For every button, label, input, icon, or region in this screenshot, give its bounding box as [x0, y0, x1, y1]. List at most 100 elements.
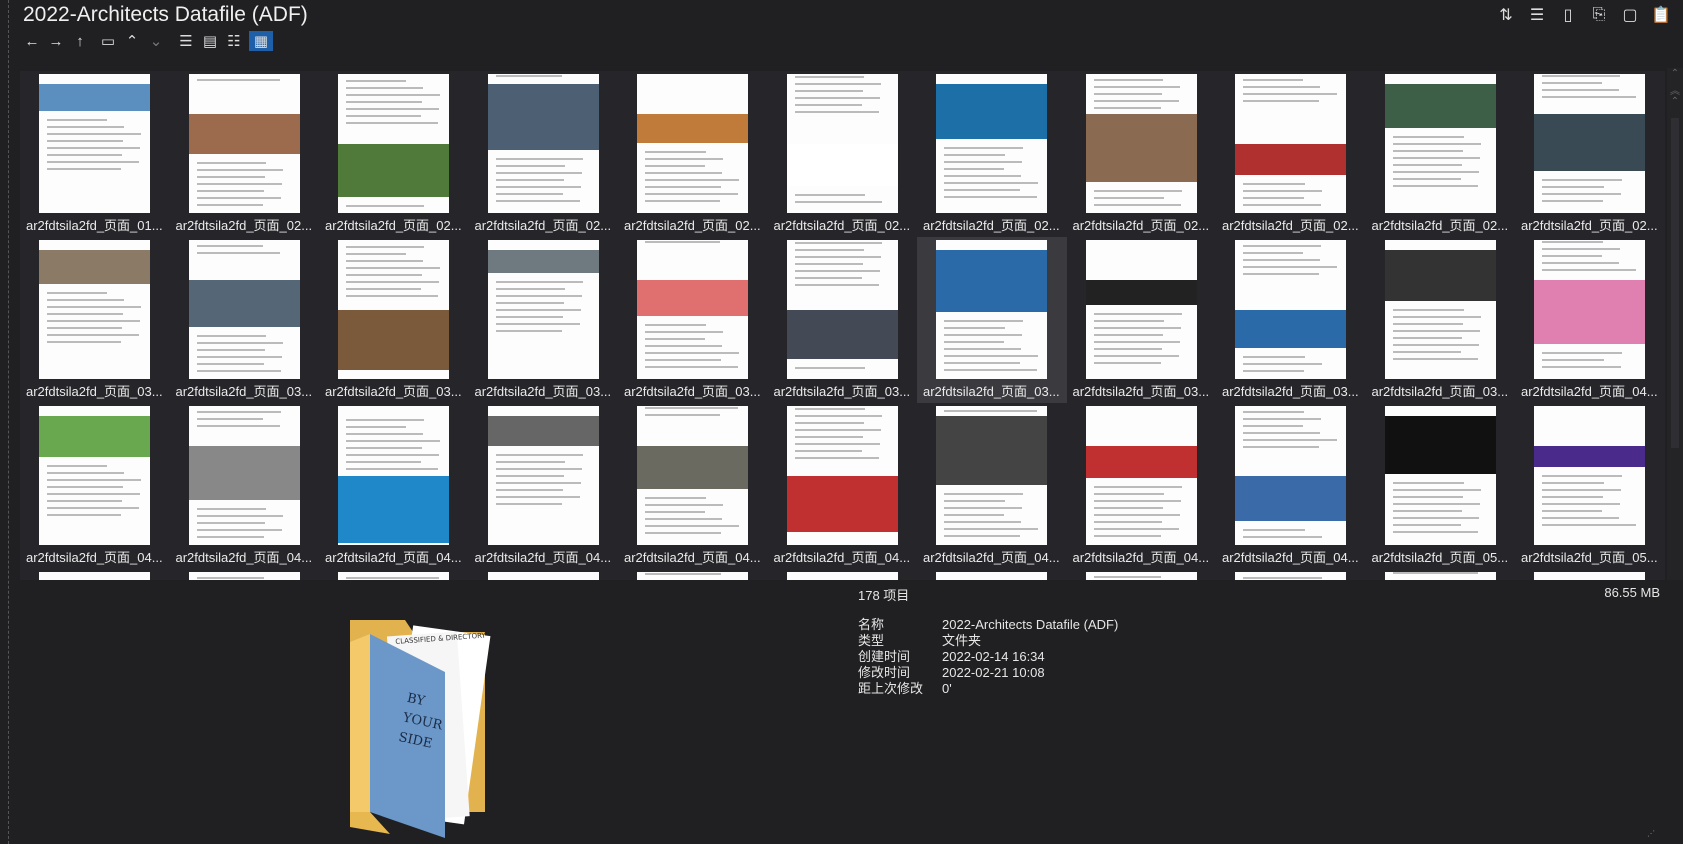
page-thumbnail [1085, 572, 1197, 580]
file-tile[interactable] [20, 569, 170, 580]
window-title: 2022-Architects Datafile (ADF) [23, 3, 308, 26]
sort-icon[interactable]: ⇅ [1496, 4, 1516, 26]
page-thumbnail [487, 406, 599, 545]
file-name: ar2fdtsila2fd_页面_02... [1222, 218, 1359, 233]
page-thumbnail [338, 406, 449, 545]
file-tile[interactable]: ar2fdtsila2fd_页面_02... [618, 71, 768, 237]
page-thumbnail [1085, 406, 1197, 545]
page-thumbnail [1384, 74, 1496, 213]
file-manager-window: 2022-Architects Datafile (ADF) ← → ↑ ▭ ⌃… [0, 0, 1683, 844]
file-tile[interactable]: ar2fdtsila2fd_页面_02... [917, 71, 1067, 237]
page-thumbnail [637, 406, 748, 545]
file-tile[interactable]: ar2fdtsila2fd_页面_02... [1216, 71, 1366, 237]
file-tile[interactable] [319, 569, 469, 580]
page-thumbnail [1534, 74, 1645, 213]
scroll-up-icon[interactable]: ⌃ [1667, 96, 1683, 110]
file-tile[interactable] [468, 569, 618, 580]
file-tile[interactable]: ar2fdtsila2fd_页面_04... [1216, 403, 1366, 569]
new-file-icon[interactable]: ▯ [1558, 4, 1578, 26]
file-tile[interactable]: ar2fdtsila2fd_页面_04... [468, 403, 618, 569]
file-tile[interactable]: ar2fdtsila2fd_页面_02... [1515, 71, 1665, 237]
right-toolbar: ⇅ ☰ ▯ ⎘ ▢ 📋 [1496, 4, 1671, 26]
file-name: ar2fdtsila2fd_页面_03... [1072, 384, 1210, 399]
file-tile[interactable]: ar2fdtsila2fd_页面_02... [319, 71, 469, 237]
file-name: ar2fdtsila2fd_页面_02... [474, 218, 612, 233]
file-tile[interactable]: ar2fdtsila2fd_页面_03... [468, 237, 618, 403]
file-tile[interactable]: ar2fdtsila2fd_页面_03... [20, 237, 170, 403]
file-tile[interactable]: ar2fdtsila2fd_页面_03... [767, 237, 917, 403]
file-tile[interactable]: ar2fdtsila2fd_页面_03... [1066, 237, 1216, 403]
file-tile[interactable]: ar2fdtsila2fd_页面_03... [169, 237, 319, 403]
file-tile[interactable]: ar2fdtsila2fd_页面_02... [169, 71, 319, 237]
page-thumbnail [1085, 74, 1197, 213]
file-tile[interactable]: ar2fdtsila2fd_页面_04... [767, 403, 917, 569]
scroll-page-up-icon[interactable]: ︽ [1667, 82, 1683, 97]
clipboard-icon[interactable]: 📋 [1651, 4, 1671, 26]
file-tile[interactable]: ar2fdtsila2fd_页面_04... [917, 403, 1067, 569]
page-thumbnail [786, 74, 898, 213]
page-thumbnail [637, 572, 748, 580]
scroll-top-icon[interactable]: ⌃ [1667, 68, 1683, 82]
file-tile[interactable]: ar2fdtsila2fd_页面_05... [1515, 403, 1665, 569]
file-name: ar2fdtsila2fd_页面_03... [26, 384, 163, 399]
file-tile[interactable]: ar2fdtsila2fd_页面_02... [1365, 71, 1515, 237]
file-name: ar2fdtsila2fd_页面_03... [474, 384, 612, 399]
file-tile[interactable]: ar2fdtsila2fd_页面_04... [618, 403, 768, 569]
file-name: ar2fdtsila2fd_页面_02... [1521, 218, 1658, 233]
page-thumbnail [188, 572, 300, 580]
file-name: ar2fdtsila2fd_页面_05... [1371, 550, 1509, 565]
file-tile[interactable]: ar2fdtsila2fd_页面_03... [1216, 237, 1366, 403]
file-tile[interactable] [917, 569, 1067, 580]
file-name: ar2fdtsila2fd_页面_02... [773, 218, 911, 233]
file-tile[interactable]: ar2fdtsila2fd_页面_04... [1066, 403, 1216, 569]
new-item-icon[interactable]: ⎘ [1589, 4, 1609, 26]
file-name: ar2fdtsila2fd_页面_03... [923, 384, 1060, 399]
grid-row: ar2fdtsila2fd_页面_04... ar2fdtsila2fd_页面_0… [20, 403, 1665, 569]
resize-grip[interactable]: ⋰ [1647, 829, 1655, 838]
thumbnail-grid: ar2fdtsila2fd_页面_00...ar2fdtsila2fd_页面_0… [20, 40, 1665, 580]
file-name: ar2fdtsila2fd_页面_04... [175, 550, 313, 565]
file-tile[interactable] [1515, 569, 1665, 580]
detail-key: 距上次修改 [858, 681, 924, 696]
file-tile[interactable]: ar2fdtsila2fd_页面_03... [1365, 237, 1515, 403]
page-thumbnail [188, 406, 300, 545]
page-thumbnail [1235, 406, 1346, 545]
page-thumbnail [1534, 240, 1645, 379]
page-thumbnail [39, 74, 150, 213]
file-tile[interactable]: ar2fdtsila2fd_页面_02... [1066, 71, 1216, 237]
page-thumbnail [1384, 572, 1496, 580]
file-tile[interactable] [1365, 569, 1515, 580]
file-name: ar2fdtsila2fd_页面_04... [325, 550, 462, 565]
file-tile[interactable]: ar2fdtsila2fd_页面_02... [468, 71, 618, 237]
detail-value: 2022-02-21 10:08 [942, 665, 1045, 680]
detail-value: 0' [942, 681, 952, 696]
scrollbar[interactable]: ⌃ ︽ ⌃ [1667, 68, 1683, 580]
file-tile[interactable]: ar2fdtsila2fd_页面_04... [20, 403, 170, 569]
file-name: ar2fdtsila2fd_页面_04... [474, 550, 612, 565]
file-tile[interactable] [1066, 569, 1216, 580]
file-tile[interactable]: ar2fdtsila2fd_页面_03... [319, 237, 469, 403]
grid-row: ar2fdtsila2fd_页面_01... ar2fdtsila2fd_页面_0… [20, 71, 1665, 237]
file-tile[interactable]: ar2fdtsila2fd_页面_02... [767, 71, 917, 237]
file-tile[interactable]: ar2fdtsila2fd_页面_05... [1365, 403, 1515, 569]
file-name: ar2fdtsila2fd_页面_03... [624, 384, 761, 399]
file-tile[interactable] [1216, 569, 1366, 580]
file-tile[interactable]: ar2fdtsila2fd_页面_04... [169, 403, 319, 569]
file-tile[interactable] [618, 569, 768, 580]
file-tile[interactable] [169, 569, 319, 580]
page-thumbnail [936, 406, 1047, 545]
file-tile[interactable]: ar2fdtsila2fd_页面_03... [917, 237, 1067, 403]
note-icon[interactable]: ▢ [1620, 4, 1640, 26]
page-thumbnail [786, 406, 898, 545]
file-tile[interactable]: ar2fdtsila2fd_页面_04... [1515, 237, 1665, 403]
file-tile[interactable] [767, 569, 917, 580]
page-thumbnail [637, 74, 748, 213]
file-name: ar2fdtsila2fd_页面_04... [1072, 550, 1210, 565]
file-tile[interactable]: ar2fdtsila2fd_页面_03... [618, 237, 768, 403]
file-tile[interactable]: ar2fdtsila2fd_页面_04... [319, 403, 469, 569]
file-name: ar2fdtsila2fd_页面_03... [1222, 384, 1359, 399]
list-icon[interactable]: ☰ [1527, 4, 1547, 26]
file-name: ar2fdtsila2fd_页面_04... [773, 550, 911, 565]
scrollbar-thumb[interactable] [1671, 118, 1679, 448]
file-tile[interactable]: ar2fdtsila2fd_页面_01... [20, 71, 170, 237]
